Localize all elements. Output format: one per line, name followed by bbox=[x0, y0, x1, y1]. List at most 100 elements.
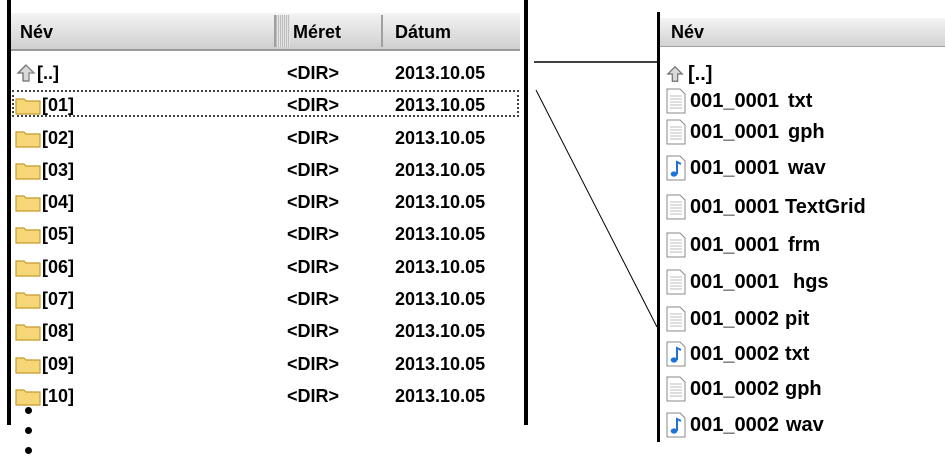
up-arrow-icon bbox=[666, 65, 684, 82]
row-size: <DIR> bbox=[287, 159, 340, 180]
file-ext: pit bbox=[784, 307, 810, 330]
table-row[interactable]: [07] <DIR> 2013.10.05 bbox=[11, 283, 520, 315]
table-row-selected[interactable]: [01] <DIR> 2013.10.05 bbox=[11, 89, 520, 118]
file-ext: wav bbox=[785, 413, 824, 436]
row-date: 2013.10.05 bbox=[395, 192, 486, 213]
column-header-date[interactable]: Dátum bbox=[395, 13, 451, 49]
row-name: [02] bbox=[42, 127, 75, 148]
file-ext: gph bbox=[787, 120, 825, 143]
file-list: [..] <DIR> 2013.10.05 [01] <DIR> 2013.10… bbox=[11, 57, 520, 412]
row-date: 2013.10.05 bbox=[395, 353, 486, 374]
row-name: [01] bbox=[42, 95, 75, 116]
row-size: <DIR> bbox=[287, 95, 340, 116]
file-item[interactable]: [..] bbox=[665, 60, 712, 88]
file-ext: gph bbox=[784, 377, 822, 400]
audio-file-icon bbox=[666, 412, 686, 438]
file-item[interactable]: 001_0002 pit bbox=[665, 305, 809, 333]
text-file-icon bbox=[666, 194, 686, 220]
file-name: 001_0002 bbox=[690, 377, 779, 400]
file-item[interactable]: 001_0002 gph bbox=[665, 375, 822, 403]
file-ext: frm bbox=[787, 233, 821, 256]
file-name: 001_0002 bbox=[690, 307, 779, 330]
file-ext: hgs bbox=[792, 270, 829, 293]
column-resize-grip[interactable] bbox=[276, 15, 290, 47]
row-size: <DIR> bbox=[287, 256, 340, 277]
text-file-icon bbox=[666, 88, 686, 114]
folder-icon bbox=[15, 98, 41, 115]
up-arrow-icon bbox=[16, 64, 36, 82]
file-item[interactable]: 001_0001 gph bbox=[665, 118, 825, 146]
file-name: 001_0001 bbox=[690, 156, 779, 179]
table-row[interactable]: [05] <DIR> 2013.10.05 bbox=[11, 218, 520, 250]
file-ext: TextGrid bbox=[784, 195, 866, 218]
row-size: <DIR> bbox=[287, 192, 340, 213]
column-header-bar: Név bbox=[660, 18, 945, 47]
table-row[interactable]: [08] <DIR> 2013.10.05 bbox=[11, 315, 520, 347]
file-item[interactable]: 001_0001 txt bbox=[665, 87, 812, 115]
file-name: 001_0002 bbox=[690, 342, 779, 365]
audio-file-icon bbox=[666, 155, 686, 181]
table-row[interactable]: [09] <DIR> 2013.10.05 bbox=[11, 348, 520, 380]
file-name: 001_0001 bbox=[690, 270, 779, 293]
text-file-icon bbox=[666, 232, 686, 258]
row-name: [10] bbox=[42, 385, 75, 406]
column-separator bbox=[381, 15, 383, 47]
text-file-icon bbox=[666, 376, 686, 402]
folder-icon bbox=[15, 130, 41, 148]
folder-icon bbox=[15, 260, 41, 277]
text-file-icon bbox=[666, 306, 686, 332]
folder-icon bbox=[15, 357, 41, 374]
row-name: [04] bbox=[42, 192, 75, 213]
text-file-icon bbox=[666, 119, 686, 145]
row-date: 2013.10.05 bbox=[395, 256, 486, 277]
folder-icon bbox=[15, 195, 41, 212]
folder-icon bbox=[15, 227, 41, 245]
row-date: 2013.10.05 bbox=[395, 63, 486, 83]
column-header-bar: Név Méret Dátum bbox=[11, 13, 520, 51]
row-size: <DIR> bbox=[287, 385, 340, 406]
column-header-size[interactable]: Méret bbox=[293, 13, 341, 49]
file-item[interactable]: 001_0001 frm bbox=[665, 231, 820, 259]
folder-icon bbox=[15, 163, 41, 180]
row-size: <DIR> bbox=[287, 321, 340, 342]
row-date: 2013.10.05 bbox=[395, 385, 486, 406]
table-row[interactable]: [10] <DIR> 2013.10.05 bbox=[11, 380, 520, 412]
folder-icon bbox=[15, 292, 41, 309]
row-size: <DIR> bbox=[287, 127, 340, 148]
row-date: 2013.10.05 bbox=[395, 95, 486, 116]
file-item[interactable]: 001_0002 wav bbox=[665, 411, 824, 439]
row-size: <DIR> bbox=[287, 353, 340, 374]
row-name: [07] bbox=[42, 289, 75, 310]
file-item[interactable]: 001_0001 hgs bbox=[665, 268, 829, 296]
column-header-name[interactable]: Név bbox=[20, 13, 53, 49]
file-item[interactable]: 001_0002 txt bbox=[665, 340, 809, 368]
row-size: <DIR> bbox=[287, 289, 340, 310]
file-name: [..] bbox=[688, 62, 713, 85]
continuation-ellipsis bbox=[25, 405, 33, 457]
row-date: 2013.10.05 bbox=[395, 289, 486, 310]
folder-icon bbox=[15, 324, 41, 341]
column-header-name[interactable]: Név bbox=[671, 22, 704, 43]
table-row[interactable]: [03] <DIR> 2013.10.05 bbox=[11, 154, 520, 186]
connector-diagonal-line bbox=[535, 89, 658, 328]
panel-border-right bbox=[524, 0, 528, 425]
row-size: <DIR> bbox=[287, 224, 340, 245]
audio-file-icon bbox=[666, 341, 686, 367]
file-item[interactable]: 001_0001 TextGrid bbox=[665, 193, 866, 221]
folder-icon bbox=[15, 389, 41, 406]
row-date: 2013.10.05 bbox=[395, 321, 486, 342]
table-row[interactable]: [04] <DIR> 2013.10.05 bbox=[11, 186, 520, 218]
row-name: [03] bbox=[42, 159, 75, 180]
table-row[interactable]: [..] <DIR> 2013.10.05 bbox=[11, 57, 520, 89]
row-name: [05] bbox=[42, 224, 75, 245]
text-file-icon bbox=[666, 269, 686, 295]
file-name: 001_0001 bbox=[690, 195, 779, 218]
row-date: 2013.10.05 bbox=[395, 127, 486, 148]
file-item[interactable]: 001_0001 wav bbox=[665, 154, 826, 182]
file-name: 001_0001 bbox=[690, 120, 779, 143]
file-name: 001_0001 bbox=[690, 233, 779, 256]
table-row[interactable]: [06] <DIR> 2013.10.05 bbox=[11, 251, 520, 283]
table-row[interactable]: [02] <DIR> 2013.10.05 bbox=[11, 122, 520, 154]
row-name: [08] bbox=[42, 321, 75, 342]
file-name: 001_0002 bbox=[690, 413, 779, 436]
